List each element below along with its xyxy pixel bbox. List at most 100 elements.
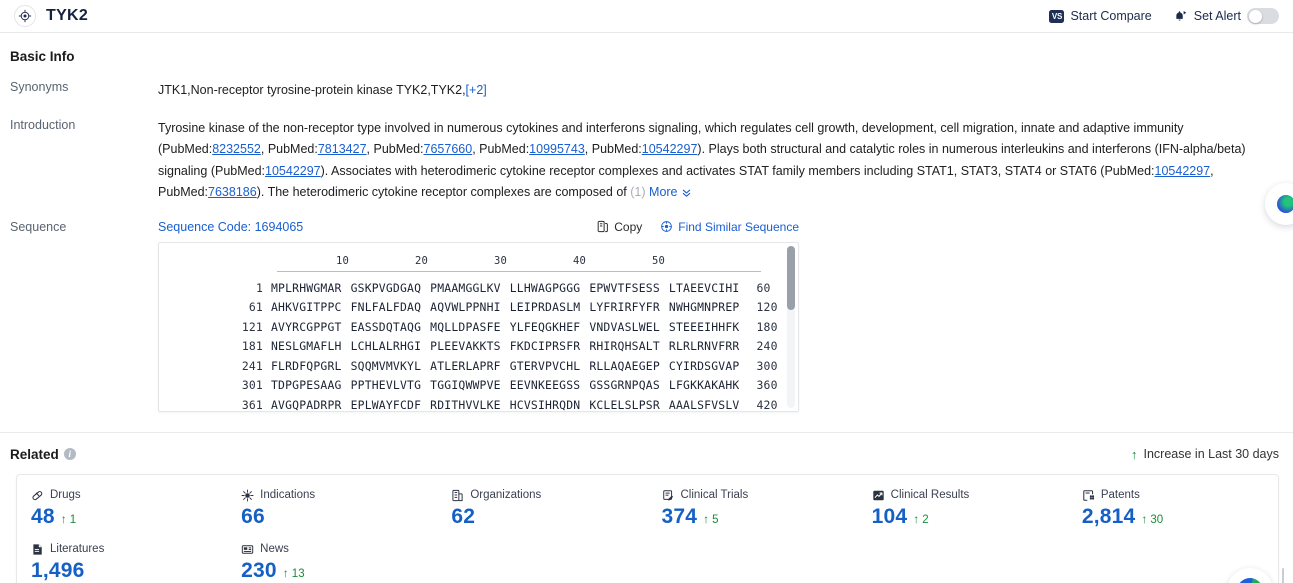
sequence-chunk: GSKPVGDGAQ: [350, 280, 422, 295]
sequence-chunk: LLHWAGPGGG: [509, 280, 581, 295]
sequence-content: 10 20 30 40 50 1 MPLRHWGMAR GSKPVGDGAQ PMAAMGGL…: [159, 243, 798, 412]
sequence-chunk: PLEEVAKKTS: [430, 339, 501, 354]
sequence-end-index: 240: [756, 339, 778, 354]
scroll-indicator: [1282, 567, 1284, 583]
sequence-chunk: PMAAMGGLKV: [430, 280, 501, 295]
pubmed-link[interactable]: 10995743: [529, 142, 585, 156]
sequence-chunk-group: TDPGPESAAG PPTHEVLVTG TGGIQWWPVE EEVNKEEGSS…: [271, 378, 739, 392]
related-header: Related i ↑ Increase in Last 30 days: [8, 433, 1293, 462]
related-stat-delta: ↑ 2: [913, 512, 928, 526]
related-title: Related: [10, 446, 59, 462]
arrow-up-icon: ↑: [1141, 511, 1148, 526]
find-similar-icon: [660, 220, 673, 233]
patent-icon: [1082, 489, 1095, 502]
sequence-chunk: RDITHVVLKE: [430, 398, 501, 412]
sequence-chunk: SQQMVMVKYL: [350, 358, 422, 373]
sequence-viewer[interactable]: 10 20 30 40 50 1 MPLRHWGMAR GSKPVGDGAQ PMAAMGGL…: [158, 241, 799, 412]
sequence-code[interactable]: Sequence Code: 1694065: [158, 220, 303, 234]
sequence-chunk: MQLLDPASFE: [430, 319, 501, 334]
find-similar-sequence-button[interactable]: Find Similar Sequence: [660, 220, 799, 234]
sequence-chunk-group: NESLGMAFLH LCHLALRHGI PLEEVAKKTS FKDCIPRSFR…: [271, 339, 739, 353]
set-alert-toggle[interactable]: [1247, 8, 1279, 24]
sequence-start-index: 61: [248, 300, 263, 315]
header-right-group: VS Start Compare Set Alert: [1049, 8, 1279, 24]
start-compare-button[interactable]: VS Start Compare: [1049, 9, 1152, 23]
copy-label: Copy: [614, 219, 643, 234]
related-stat-label: Clinical Results: [890, 489, 970, 501]
sequence-end-index: 420: [756, 398, 778, 412]
arrow-up-icon: ↑: [282, 565, 289, 580]
introduction-more-button[interactable]: More: [649, 185, 692, 199]
find-similar-label: Find Similar Sequence: [678, 219, 799, 234]
related-stat-header: Organizations: [451, 489, 647, 502]
sequence-panel: Sequence Code: 1694065 Copy Find Similar…: [158, 220, 799, 412]
sequence-chunk: YLFEQGKHEF: [509, 319, 581, 334]
info-icon[interactable]: i: [63, 448, 76, 460]
sequence-chunk: TDPGPESAAG: [271, 378, 342, 393]
sequence-chunk: NWHGMNPREP: [668, 300, 740, 315]
pubmed-link[interactable]: 7638186: [208, 185, 257, 199]
sequence-ruler-tick: 20: [415, 254, 429, 267]
sequence-chunk: RLLAQAEGEP: [589, 358, 660, 373]
introduction-text-segment: ). The heterodimeric cytokine receptor c…: [256, 185, 631, 199]
related-stat-clinical-trials[interactable]: Clinical Trials 374 ↑ 5: [648, 489, 858, 529]
sequence-chunk: EEVNKEEGSS: [509, 378, 581, 393]
related-stat-news[interactable]: News 230 ↑ 13: [227, 543, 437, 583]
introduction-text-segment: ). Associates with heterodimeric cytokin…: [320, 163, 1155, 178]
page-title: TYK2: [46, 7, 89, 24]
related-stat-patents[interactable]: Patents 2,814 ↑ 30: [1068, 489, 1278, 529]
sequence-chunk: AQVWLPPNHI: [430, 300, 501, 315]
pubmed-link[interactable]: 7657660: [424, 142, 473, 156]
sequence-chunk: MPLRHWGMAR: [271, 280, 342, 295]
related-stat-literatures[interactable]: Literatures 1,496: [17, 543, 227, 583]
related-stat-delta-value: 30: [1150, 513, 1164, 526]
sequence-line: 61 AHKVGITPPC FNLFALFDAQ AQVWLPPNHI LEIPRDAS…: [159, 300, 798, 314]
sequence-chunk: RHIRQHSALT: [589, 339, 660, 354]
introduction-row: Introduction Tyrosine kinase of the non-…: [8, 102, 1279, 204]
related-stats-grid: Drugs 48 ↑ 1 Indications 66 Organizations 62 Cli…: [17, 489, 1278, 583]
sequence-chunk-group: FLRDFQPGRL SQQMVMVKYL ATLERLAPRF GTERVPVCHL…: [271, 359, 739, 373]
pubmed-link[interactable]: 10542297: [642, 142, 698, 156]
sequence-chunk: FLRDFQPGRL: [271, 358, 342, 373]
related-stat-indications[interactable]: Indications 66: [227, 489, 437, 529]
vs-icon: VS: [1049, 9, 1065, 23]
related-stat-value: 2,814: [1081, 504, 1136, 528]
copy-button[interactable]: Copy: [596, 220, 642, 234]
related-stat-header: Indications: [241, 489, 437, 502]
related-stat-organizations[interactable]: Organizations 62: [437, 489, 647, 529]
sequence-chunk: AVGQPADRPR: [271, 398, 342, 412]
basic-info-title: Basic Info: [10, 49, 75, 64]
arrow-up-icon: ↑: [1131, 446, 1138, 462]
pubmed-link[interactable]: 10542297: [1155, 164, 1211, 178]
sequence-ruler: 10 20 30 40 50: [277, 255, 761, 281]
related-stat-clinical-results[interactable]: Clinical Results 104 ↑ 2: [858, 489, 1068, 529]
related-stat-label: Clinical Trials: [680, 489, 749, 501]
increase-note: ↑ Increase in Last 30 days: [1131, 447, 1279, 461]
orb-assistant-glyph: [1277, 195, 1293, 213]
related-stat-value: 1,496: [31, 558, 85, 582]
orb-chat-glyph: [1237, 577, 1263, 583]
related-stat-header: Drugs: [31, 489, 227, 502]
sequence-chunk: NESLGMAFLH: [271, 339, 342, 354]
related-stat-delta-value: 5: [712, 513, 719, 526]
related-stat-label: Indications: [260, 489, 316, 501]
set-alert-group[interactable]: Set Alert: [1174, 8, 1279, 24]
sequence-end-index: 360: [756, 378, 778, 393]
sequence-scrollbar[interactable]: [787, 245, 795, 408]
arrow-up-icon: ↑: [703, 511, 710, 526]
related-stat-value: 62: [451, 504, 476, 528]
pubmed-link[interactable]: 7813427: [318, 142, 367, 156]
related-stat-drugs[interactable]: Drugs 48 ↑ 1: [17, 489, 227, 529]
sequence-chunk: LEIPRDASLM: [509, 300, 581, 315]
sequence-ruler-tick: 30: [494, 254, 508, 267]
pubmed-link[interactable]: 10542297: [265, 164, 321, 178]
virus-icon: [241, 489, 254, 502]
sequence-start-index: 181: [241, 339, 263, 354]
app-header: TYK2 VS Start Compare Set Alert: [0, 0, 1293, 33]
sequence-scrollbar-thumb[interactable]: [787, 245, 795, 311]
clipboard-edit-icon: [662, 489, 675, 502]
pubmed-link[interactable]: 8232552: [212, 142, 261, 156]
synonyms-more-badge[interactable]: [+2]: [466, 83, 487, 97]
synonyms-value: JTK1,Non-receptor tyrosine-protein kinas…: [158, 83, 466, 97]
related-stat-delta: ↑ 1: [61, 512, 76, 526]
